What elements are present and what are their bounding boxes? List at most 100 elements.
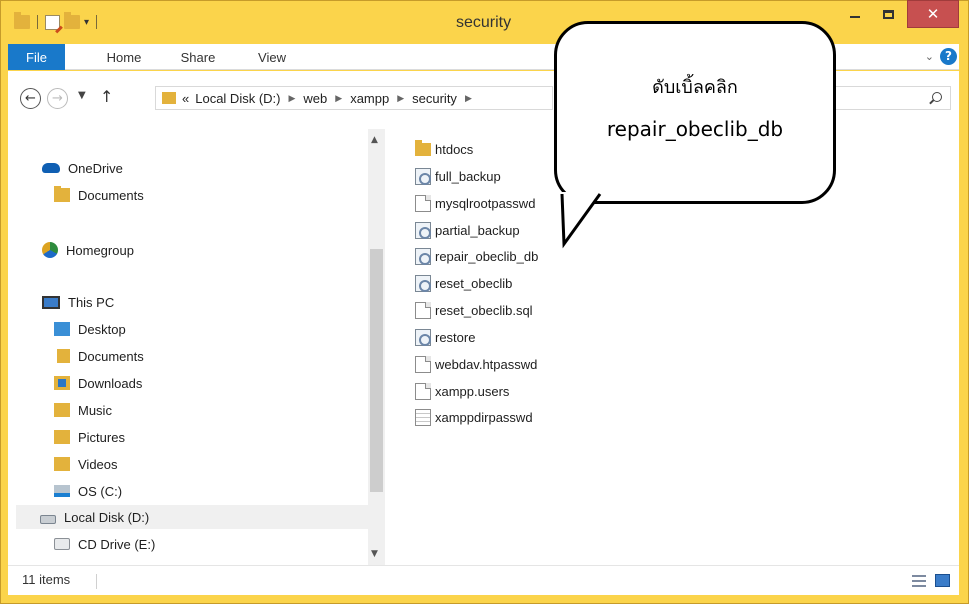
help-icon[interactable]: ? <box>940 48 957 65</box>
breadcrumb-overflow[interactable]: « <box>182 91 189 106</box>
file-name: webdav.htpasswd <box>435 356 538 372</box>
callout-instruction: ดับเบิ้ลคลิก <box>652 77 738 98</box>
forward-button[interactable]: → <box>47 88 68 109</box>
nav-item-videos[interactable]: Videos <box>54 452 118 476</box>
scroll-down-arrow-icon[interactable]: ▼ <box>371 549 378 559</box>
file-item-reset-obeclib-sql[interactable]: reset_obeclib.sql <box>415 298 533 322</box>
up-button[interactable]: ↑ <box>100 87 113 106</box>
search-input[interactable] <box>834 86 951 110</box>
minimize-icon <box>850 16 860 18</box>
status-bar: 11 items <box>8 565 959 595</box>
videos-folder-icon <box>54 457 70 471</box>
batch-file-icon <box>415 247 431 265</box>
folder-icon <box>415 139 431 156</box>
file-item-htdocs[interactable]: htdocs <box>415 137 473 161</box>
scroll-up-arrow-icon[interactable]: ▲ <box>371 135 378 145</box>
folder-icon <box>162 92 176 104</box>
nav-item-label: Local Disk (D:) <box>64 509 150 525</box>
desktop-folder-icon <box>54 322 70 336</box>
file-name: full_backup <box>435 168 501 184</box>
nav-item-local-disk-d[interactable]: Local Disk (D:) <box>16 505 368 529</box>
recent-locations-dropdown-icon[interactable]: ▼ <box>78 90 86 101</box>
file-item-xampp-users[interactable]: xampp.users <box>415 379 509 403</box>
callout-file-name: repair_obeclib_db <box>606 117 784 141</box>
breadcrumb-xampp[interactable]: xampp <box>350 91 389 106</box>
batch-file-icon <box>415 167 431 185</box>
file-name: repair_obeclib_db <box>435 248 539 264</box>
folder-icon <box>54 186 70 202</box>
chevron-right-icon[interactable]: ▶ <box>288 93 295 104</box>
nav-item-label: Desktop <box>78 321 126 337</box>
breadcrumb-local-disk[interactable]: Local Disk (D:) <box>195 91 280 106</box>
maximize-button[interactable] <box>873 0 903 28</box>
nav-item-label: This PC <box>68 294 115 310</box>
nav-item-homegroup[interactable]: Homegroup <box>42 238 134 262</box>
expand-ribbon-icon[interactable]: ⌄ <box>925 50 934 63</box>
nav-item-downloads[interactable]: Downloads <box>54 371 142 395</box>
batch-file-icon <box>415 221 431 239</box>
nav-item-pictures[interactable]: Pictures <box>54 425 125 449</box>
close-button[interactable]: ✕ <box>907 0 959 28</box>
file-item-partial-backup[interactable]: partial_backup <box>415 218 520 242</box>
scrollbar-thumb[interactable] <box>370 249 383 492</box>
pictures-folder-icon <box>54 430 70 444</box>
file-item-mysqlrootpasswd[interactable]: mysqlrootpasswd <box>415 191 535 215</box>
file-name: mysqlrootpasswd <box>435 195 536 211</box>
local-disk-icon <box>40 514 56 524</box>
file-icon <box>415 301 431 319</box>
nav-item-label: Downloads <box>78 375 143 391</box>
nav-item-onedrive[interactable]: OneDrive <box>42 156 123 180</box>
nav-item-documents[interactable]: Documents <box>54 344 144 368</box>
file-item-reset-obeclib[interactable]: reset_obeclib <box>415 271 512 295</box>
back-button[interactable]: ← <box>20 88 41 109</box>
close-icon: ✕ <box>926 5 940 23</box>
breadcrumb-web[interactable]: web <box>303 91 327 106</box>
nav-item-onedrive-documents[interactable]: Documents <box>54 183 144 207</box>
file-name: xamppdirpasswd <box>435 409 533 425</box>
nav-item-label: Documents <box>78 187 144 203</box>
large-icons-view-icon[interactable] <box>935 574 950 587</box>
computer-icon <box>42 295 60 309</box>
nav-item-desktop[interactable]: Desktop <box>54 317 126 341</box>
documents-folder-icon <box>54 349 70 363</box>
nav-pane-scrollbar[interactable]: ▲ ▼ <box>368 129 385 565</box>
nav-item-this-pc[interactable]: This PC <box>42 290 114 314</box>
maximize-icon <box>882 9 894 19</box>
chevron-right-icon[interactable]: ▶ <box>397 93 404 104</box>
nav-item-music[interactable]: Music <box>54 398 112 422</box>
file-item-xamppdirpasswd[interactable]: xamppdirpasswd <box>415 405 533 429</box>
file-item-repair-obeclib-db[interactable]: repair_obeclib_db <box>415 244 538 268</box>
homegroup-icon <box>42 242 58 258</box>
tab-share[interactable]: Share <box>168 44 228 70</box>
details-view-icon[interactable] <box>912 575 926 587</box>
file-item-webdav-htpasswd[interactable]: webdav.htpasswd <box>415 352 537 376</box>
breadcrumb-security[interactable]: security <box>412 91 457 106</box>
nav-item-label: Documents <box>78 348 144 364</box>
file-icon <box>415 382 431 400</box>
nav-item-os-c[interactable]: OS (C:) <box>54 479 122 503</box>
nav-item-cd-drive-e[interactable]: CD Drive (E:) <box>54 532 155 556</box>
address-bar[interactable]: « Local Disk (D:) ▶ web ▶ xampp ▶ securi… <box>155 86 553 110</box>
os-drive-icon <box>54 485 70 497</box>
item-count: 11 items <box>22 572 71 587</box>
tab-home[interactable]: Home <box>94 44 154 70</box>
nav-item-label: Homegroup <box>66 242 134 258</box>
file-item-restore[interactable]: restore <box>415 325 475 349</box>
chevron-right-icon[interactable]: ▶ <box>335 93 342 104</box>
search-icon <box>932 92 942 102</box>
file-item-full-backup[interactable]: full_backup <box>415 164 501 188</box>
cd-drive-icon <box>54 538 70 550</box>
file-name: reset_obeclib <box>435 275 513 291</box>
status-separator <box>96 574 97 589</box>
onedrive-icon <box>42 163 60 173</box>
nav-item-label: OS (C:) <box>78 483 123 499</box>
tab-file[interactable]: File <box>8 44 65 70</box>
minimize-button[interactable] <box>840 0 870 28</box>
tab-view[interactable]: View <box>242 44 302 70</box>
file-icon <box>415 194 431 212</box>
file-icon <box>415 355 431 373</box>
batch-file-icon <box>415 274 431 292</box>
chevron-right-icon[interactable]: ▶ <box>465 93 472 104</box>
file-name: htdocs <box>435 141 474 157</box>
nav-item-label: OneDrive <box>68 160 123 176</box>
